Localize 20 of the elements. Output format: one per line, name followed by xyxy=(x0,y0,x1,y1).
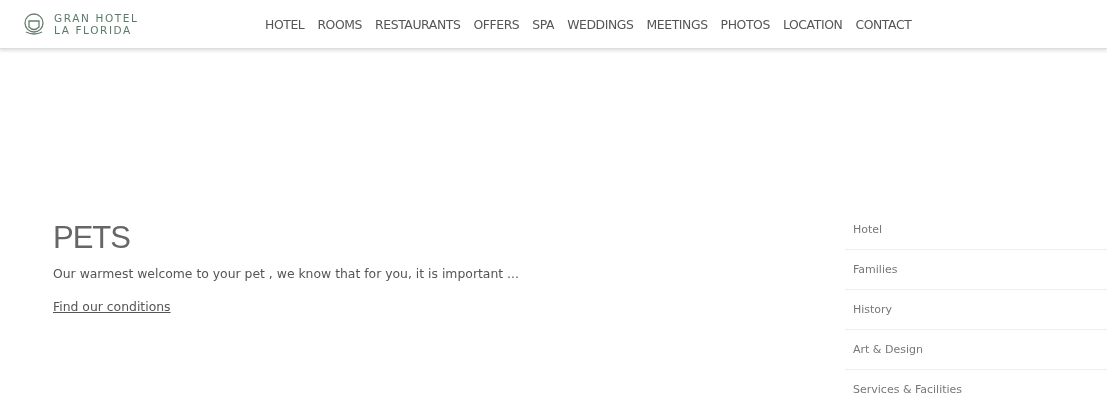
nav-link[interactable]: RESTAURANTS xyxy=(375,16,461,32)
sidebar-item[interactable]: Art & Design xyxy=(845,330,1107,370)
nav-link[interactable]: SPA xyxy=(532,16,555,32)
sidebar-item[interactable]: Hotel xyxy=(845,210,1107,250)
brand-name[interactable]: GRAN HOTEL LA FLORIDA xyxy=(54,12,139,36)
conditions-link[interactable]: Find our conditions xyxy=(53,299,171,314)
sidebar-item[interactable]: Families xyxy=(845,250,1107,290)
nav-link[interactable]: WEDDINGS xyxy=(567,16,634,32)
nav-link[interactable]: OFFERS xyxy=(473,16,520,32)
nav-link[interactable]: ROOMS xyxy=(317,16,363,32)
sidebar-item[interactable]: Services & Facilities xyxy=(845,370,1107,403)
nav-link[interactable]: HOTEL xyxy=(265,16,305,32)
page-heading: PETS xyxy=(53,220,131,256)
nav-link[interactable]: LOCATION xyxy=(782,16,843,32)
nav-link[interactable]: CONTACT xyxy=(855,16,912,32)
nav-link[interactable]: PHOTOS xyxy=(720,16,770,32)
crest-icon xyxy=(22,12,46,36)
intro-text: Our warmest welcome to your pet , we know that for you, it is important ... xyxy=(53,266,520,281)
nav-link[interactable]: MEETINGS xyxy=(646,16,708,32)
sidebar-item[interactable]: History xyxy=(845,290,1107,330)
